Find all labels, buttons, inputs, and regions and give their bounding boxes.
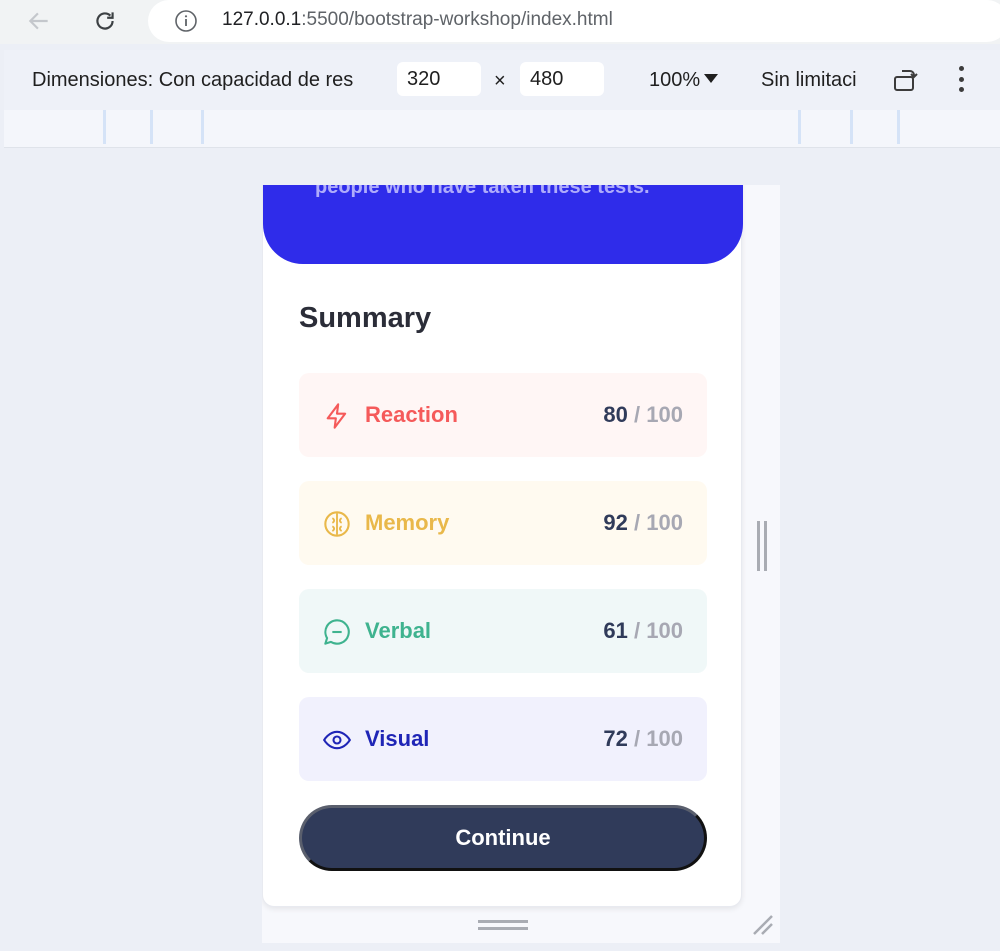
- ruler-mark[interactable]: [201, 110, 204, 144]
- results-card: people who have taken these tests. Summa…: [262, 185, 743, 907]
- score-max: 100: [646, 402, 683, 427]
- device-viewport: people who have taken these tests. Summa…: [262, 185, 780, 943]
- score-number: 72: [603, 726, 628, 751]
- ruler-mark[interactable]: [897, 110, 900, 144]
- address-bar: 127.0.0.1:5500/bootstrap-workshop/index.…: [0, 0, 1000, 44]
- score-max: 100: [646, 726, 683, 751]
- score-value: 61 / 100: [603, 618, 683, 644]
- ruler-mark[interactable]: [103, 110, 106, 144]
- lightning-icon: [326, 403, 347, 429]
- more-options-icon[interactable]: [954, 64, 968, 94]
- score-value: 80 / 100: [603, 402, 683, 428]
- score-separator: /: [634, 402, 641, 427]
- score-row-reaction: Reaction 80 / 100: [299, 373, 707, 457]
- score-value: 92 / 100: [603, 510, 683, 536]
- score-separator: /: [634, 726, 641, 751]
- score-row-visual: Visual 72 / 100: [299, 697, 707, 781]
- height-input[interactable]: 480: [520, 62, 604, 96]
- url-host: 127.0.0.1: [222, 9, 302, 30]
- score-value: 72 / 100: [603, 726, 683, 752]
- continue-button[interactable]: Continue: [299, 805, 707, 871]
- results-hero: people who have taken these tests.: [263, 185, 743, 264]
- eye-icon: [323, 730, 351, 750]
- dimension-separator: ×: [494, 70, 506, 92]
- hero-text: people who have taken these tests.: [315, 185, 650, 198]
- score-number: 61: [603, 618, 628, 643]
- caret-down-icon: [704, 74, 719, 83]
- media-query-ruler: [4, 110, 1000, 148]
- dimensions-dropdown[interactable]: Dimensiones: Con capacidad de res: [32, 69, 353, 92]
- zoom-dropdown[interactable]: 100%: [649, 69, 719, 92]
- zoom-value: 100%: [649, 69, 701, 91]
- score-label: Visual: [365, 726, 430, 751]
- score-label: Reaction: [365, 402, 458, 427]
- summary-title: Summary: [299, 302, 432, 334]
- back-button[interactable]: [22, 4, 56, 38]
- score-number: 80: [603, 402, 628, 427]
- resize-corner-icon[interactable]: [750, 912, 774, 936]
- score-separator: /: [634, 618, 641, 643]
- ruler-mark[interactable]: [150, 110, 153, 144]
- resize-handle-bottom[interactable]: [478, 920, 528, 930]
- reload-button[interactable]: [88, 4, 122, 38]
- score-separator: /: [634, 510, 641, 535]
- brain-icon: [324, 511, 350, 537]
- score-row-verbal: Verbal 61 / 100: [299, 589, 707, 673]
- score-number: 92: [603, 510, 628, 535]
- ruler-mark[interactable]: [798, 110, 801, 144]
- throttle-dropdown[interactable]: Sin limitaci: [761, 69, 867, 92]
- device-toolbar: Dimensiones: Con capacidad de res 320 × …: [4, 50, 1000, 110]
- reload-icon: [96, 12, 114, 30]
- score-row-memory: Memory 92 / 100: [299, 481, 707, 565]
- info-icon[interactable]: [174, 9, 198, 33]
- arrow-left-icon: [28, 12, 48, 30]
- width-input[interactable]: 320: [397, 62, 481, 96]
- score-max: 100: [646, 618, 683, 643]
- score-label: Verbal: [365, 618, 432, 643]
- chat-bubble-icon: [324, 619, 350, 645]
- resize-handle-right[interactable]: [757, 521, 767, 571]
- url-text[interactable]: 127.0.0.1:5500/bootstrap-workshop/index.…: [222, 9, 613, 31]
- ruler-mark[interactable]: [850, 110, 853, 144]
- rotate-icon[interactable]: [892, 66, 920, 94]
- score-max: 100: [646, 510, 683, 535]
- url-path: :5500/bootstrap-workshop/index.html: [301, 9, 613, 30]
- score-label: Memory: [365, 510, 450, 535]
